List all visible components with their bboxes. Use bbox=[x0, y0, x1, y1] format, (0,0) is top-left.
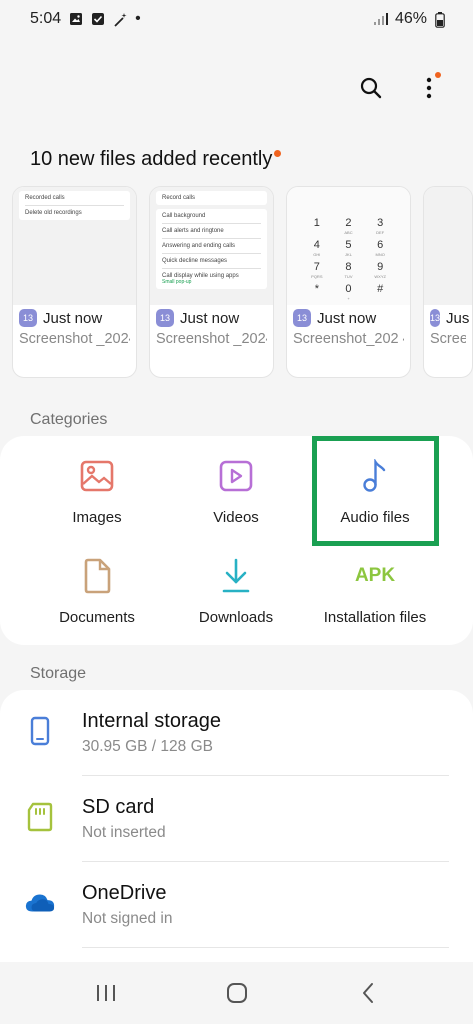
search-icon bbox=[360, 77, 382, 99]
app-badge-icon: 13 bbox=[19, 309, 37, 327]
dialpad-key: 1 bbox=[313, 217, 320, 229]
file-thumbnail bbox=[424, 187, 472, 305]
image-icon bbox=[69, 12, 83, 26]
dialpad-key: 3 DEF bbox=[376, 217, 385, 235]
dialpad-key: * bbox=[314, 283, 319, 295]
status-right: 46% bbox=[373, 10, 449, 28]
file-name: Screenshot _20240731_17... bbox=[156, 331, 267, 347]
status-dot: • bbox=[135, 10, 141, 27]
category-documents[interactable]: Documents bbox=[27, 536, 167, 626]
storage-label: Storage bbox=[30, 665, 87, 682]
magic-icon bbox=[113, 12, 127, 27]
category-videos[interactable]: Videos bbox=[166, 436, 306, 526]
recent-file-card[interactable]: Recorded calls Delete old recordings 13 … bbox=[12, 186, 137, 378]
app-badge-icon: 13 bbox=[293, 309, 311, 327]
dialpad-preview: 1 2 ABC 3 DEF 4 GHI 5 JKL 6 MNO 7 PQRS 8 TUV 9 WXYZ * 0 + # bbox=[287, 187, 410, 301]
new-badge bbox=[274, 150, 282, 157]
file-thumbnail: Record calls Call background Call alerts… bbox=[150, 187, 273, 305]
home-icon bbox=[226, 983, 247, 1003]
storage-panel: Internal storage 30.95 GB / 128 GB SD ca… bbox=[0, 690, 473, 980]
sd-card-icon bbox=[24, 800, 56, 834]
system-nav-bar bbox=[0, 962, 473, 1024]
more-options-button[interactable] bbox=[413, 72, 445, 104]
back-button[interactable] bbox=[348, 973, 388, 1013]
category-audio-files[interactable]: Audio files bbox=[305, 436, 445, 526]
app-badge-icon: 13 bbox=[156, 309, 174, 327]
dialpad-key: 9 WXYZ bbox=[374, 261, 386, 279]
file-name: Screenshot_202 40731_170313... bbox=[293, 331, 404, 347]
check-icon bbox=[91, 12, 105, 26]
divider bbox=[82, 947, 449, 948]
video-icon bbox=[216, 456, 256, 495]
search-button[interactable] bbox=[355, 72, 387, 104]
dialpad-key: 8 TUV bbox=[344, 261, 353, 279]
recent-file-card[interactable]: 13 Jus Scree 40731 bbox=[423, 186, 473, 378]
music-note-icon bbox=[355, 456, 395, 495]
battery-icon bbox=[435, 12, 449, 28]
file-thumbnail: Recorded calls Delete old recordings bbox=[13, 187, 136, 305]
status-bar: 5:04 • 46% bbox=[0, 0, 473, 38]
dialpad-key: 6 MNO bbox=[375, 239, 385, 257]
dialpad-key: 4 GHI bbox=[313, 239, 321, 257]
recents-icon bbox=[96, 985, 115, 1001]
recents-button[interactable] bbox=[86, 973, 126, 1013]
app-badge-icon: 13 bbox=[430, 309, 441, 327]
notification-dot bbox=[435, 72, 441, 78]
phone-icon bbox=[24, 714, 56, 748]
file-time: Just now bbox=[180, 309, 240, 327]
storage-sd-card[interactable]: SD card Not inserted bbox=[0, 776, 473, 862]
file-time: Just now bbox=[317, 309, 377, 327]
dialpad-key: 5 JKL bbox=[345, 239, 352, 257]
top-toolbar bbox=[355, 72, 445, 104]
file-time: Jus bbox=[446, 309, 470, 327]
file-name: Scree 40731 bbox=[430, 331, 466, 347]
status-time: 5:04 bbox=[30, 10, 62, 27]
download-icon bbox=[216, 556, 256, 595]
recent-file-card[interactable]: 1 2 ABC 3 DEF 4 GHI 5 JKL 6 MNO 7 PQRS 8 TUV 9 WXYZ * 0 + # … bbox=[286, 186, 411, 378]
file-time: Just now bbox=[43, 309, 103, 327]
home-button[interactable] bbox=[217, 973, 257, 1013]
category-installation-files[interactable]: APK Installation files bbox=[305, 536, 445, 627]
back-icon bbox=[362, 983, 373, 1003]
onedrive-icon bbox=[24, 886, 56, 920]
recent-files-title: 10 new files added recently bbox=[30, 148, 282, 171]
category-downloads[interactable]: Downloads bbox=[166, 536, 306, 626]
recent-files-list: Recorded calls Delete old recordings 13 … bbox=[12, 186, 473, 379]
signal-icon bbox=[373, 12, 388, 26]
dialpad-key: 0 + bbox=[345, 283, 352, 301]
categories-panel: Images Videos Audio files Documents Down… bbox=[0, 436, 473, 645]
file-name: Screenshot _20240731_17... bbox=[19, 331, 130, 347]
dialpad-key: 2 ABC bbox=[344, 217, 353, 235]
status-left: 5:04 • bbox=[30, 10, 141, 28]
dialpad-key: 7 PQRS bbox=[311, 261, 323, 279]
recent-file-card[interactable]: Record calls Call background Call alerts… bbox=[149, 186, 274, 378]
categories-label: Categories bbox=[30, 411, 108, 428]
storage-internal[interactable]: Internal storage 30.95 GB / 128 GB bbox=[0, 690, 473, 776]
image-icon bbox=[77, 456, 117, 495]
battery-percent: 46% bbox=[394, 10, 427, 27]
more-vert-icon bbox=[426, 77, 432, 99]
apk-icon: APK bbox=[354, 564, 396, 586]
dialpad-key: # bbox=[377, 283, 384, 295]
storage-onedrive[interactable]: OneDrive Not signed in bbox=[0, 862, 473, 948]
file-thumbnail: 1 2 ABC 3 DEF 4 GHI 5 JKL 6 MNO 7 PQRS 8 TUV 9 WXYZ * 0 + # bbox=[287, 187, 410, 305]
document-icon bbox=[77, 556, 117, 595]
category-images[interactable]: Images bbox=[27, 436, 167, 526]
